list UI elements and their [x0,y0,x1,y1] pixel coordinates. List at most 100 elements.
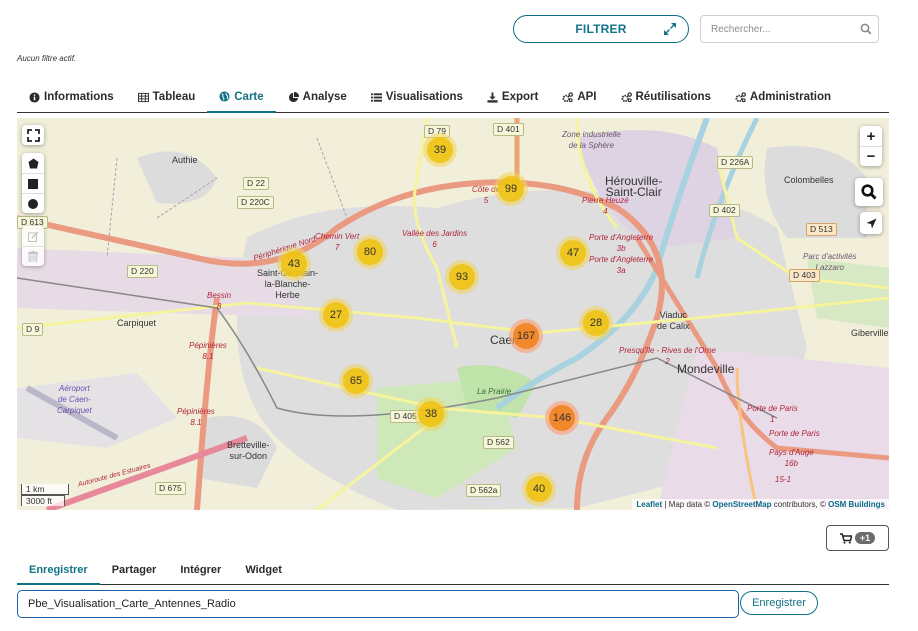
tab-widget[interactable]: Widget [233,556,294,584]
search-icon [861,184,877,200]
attribution-text: contributors, © [771,500,829,509]
place-authie: Authie [172,155,198,165]
visualisation-name-input[interactable] [17,590,739,618]
place-aeroport: Aéroport de Caen- Carpiquet [57,384,92,415]
delete-layers-button[interactable] [22,246,44,266]
cogs-icon [562,91,574,102]
exit-porte-angleterre-3a: Porte d'Angleterre 3a [589,255,654,275]
marker-cluster[interactable]: 146 [545,401,579,435]
cart-button[interactable]: +1 [826,525,889,551]
exit-presquile: Presqu'île - Rives de l'Orne 2 [619,346,716,366]
osm-buildings-link[interactable]: OSM Buildings [828,500,885,509]
locate-control [860,212,882,234]
expand-icon [664,23,676,35]
marker-cluster[interactable]: 80 [353,235,387,269]
openstreetmap-link[interactable]: OpenStreetMap [712,500,771,509]
fullscreen-button[interactable] [22,125,44,145]
marker-cluster[interactable]: 43 [277,247,311,281]
marker-cluster[interactable]: 38 [414,397,448,431]
draw-polygon-button[interactable] [22,153,44,173]
tab-partager[interactable]: Partager [100,556,169,584]
zoom-control: + − [860,126,882,166]
geosearch-control [855,178,883,206]
cluster-count: 146 [549,405,575,431]
tab-label: Analyse [302,91,347,103]
map-search-button[interactable] [855,178,883,206]
map-scale: 1 km 3000 ft [21,484,69,506]
cluster-count: 80 [357,239,383,265]
place-colombelles: Colombelles [784,175,834,185]
tab-visualisations[interactable]: Visualisations [359,82,475,112]
marker-cluster[interactable]: 99 [494,172,528,206]
search-input[interactable] [701,16,851,42]
info-circle-icon [29,91,40,103]
marker-cluster[interactable]: 27 [319,298,353,332]
tab-api[interactable]: API [550,82,608,112]
search-icon[interactable] [860,23,872,35]
edit-layers-button[interactable] [22,226,44,246]
marker-cluster[interactable]: 39 [423,133,457,167]
marker-cluster[interactable]: 47 [556,236,590,270]
zoom-in-button[interactable]: + [860,126,882,146]
tab-export[interactable]: Export [475,82,550,112]
road-label: D 226A [717,156,754,169]
edit-toolbar [22,226,44,266]
filter-button[interactable]: FILTRER [513,15,689,43]
download-icon [487,91,498,103]
tab-label: Réutilisations [635,91,711,103]
tab-integrer[interactable]: Intégrer [168,556,233,584]
road-label: D 513 [806,223,837,236]
exit-bessin: Bessin 8 [207,291,232,311]
main-tabs: Informations Tableau Carte Analyse Visua… [17,82,889,113]
list-icon [370,92,382,102]
tab-label: Tableau [152,91,196,103]
road-label: D 9 [22,323,44,336]
road-label: D 403 [789,269,820,282]
save-button[interactable]: Enregistrer [740,591,818,615]
filter-button-label: FILTRER [575,22,627,36]
table-icon [137,92,149,102]
cluster-count: 47 [560,240,586,266]
draw-circle-button[interactable] [22,193,44,213]
road-label: D 220C [237,196,274,209]
circle-icon [28,198,38,209]
tab-reutilisations[interactable]: Réutilisations [609,82,723,112]
marker-cluster[interactable]: 40 [522,472,556,506]
cluster-count: 99 [498,176,524,202]
draw-rectangle-button[interactable] [22,173,44,193]
place-la-prairie: La Prairie [477,387,512,396]
zoom-out-button[interactable]: − [860,146,882,166]
tab-label: Informations [44,91,114,103]
tab-label: Carte [234,90,264,103]
cluster-count: 39 [427,137,453,163]
locate-button[interactable] [860,212,882,234]
place-carpiquet: Carpiquet [117,318,157,328]
marker-cluster[interactable]: 167 [509,319,543,353]
tab-label: Visualisations [385,91,463,103]
marker-cluster[interactable]: 28 [579,306,613,340]
road-label: D 401 [493,123,524,136]
marker-cluster[interactable]: 93 [445,260,479,294]
tab-tableau[interactable]: Tableau [126,82,208,112]
place-giberville: Giberville [851,328,889,338]
tab-administration[interactable]: Administration [723,82,843,112]
map-attribution: Leaflet | Map data © OpenStreetMap contr… [632,499,889,510]
cogs-icon [735,91,746,102]
road-label: D 402 [709,204,740,217]
exit-porte-paris-2: Porte de Paris [769,429,820,438]
cluster-count: 43 [281,251,307,277]
tab-carte[interactable]: Carte [207,82,276,113]
rectangle-icon [28,178,38,189]
tab-analyse[interactable]: Analyse [276,82,359,112]
tab-label: Administration [749,91,832,103]
tab-enregistrer[interactable]: Enregistrer [17,556,100,585]
tab-informations[interactable]: Informations [17,82,126,112]
place-zone-sphere: Zone industrielle de la Sphère [562,130,621,150]
cluster-count: 28 [583,310,609,336]
exit-porte-paris-1: Porte de Paris 1 [747,404,798,424]
map-view[interactable]: Authie Saint-Germain- la-Blanche- Herbe … [17,118,889,510]
marker-cluster[interactable]: 65 [339,364,373,398]
pie-chart-icon [288,91,299,102]
leaflet-link[interactable]: Leaflet [636,500,662,509]
map-tiles [17,118,889,510]
